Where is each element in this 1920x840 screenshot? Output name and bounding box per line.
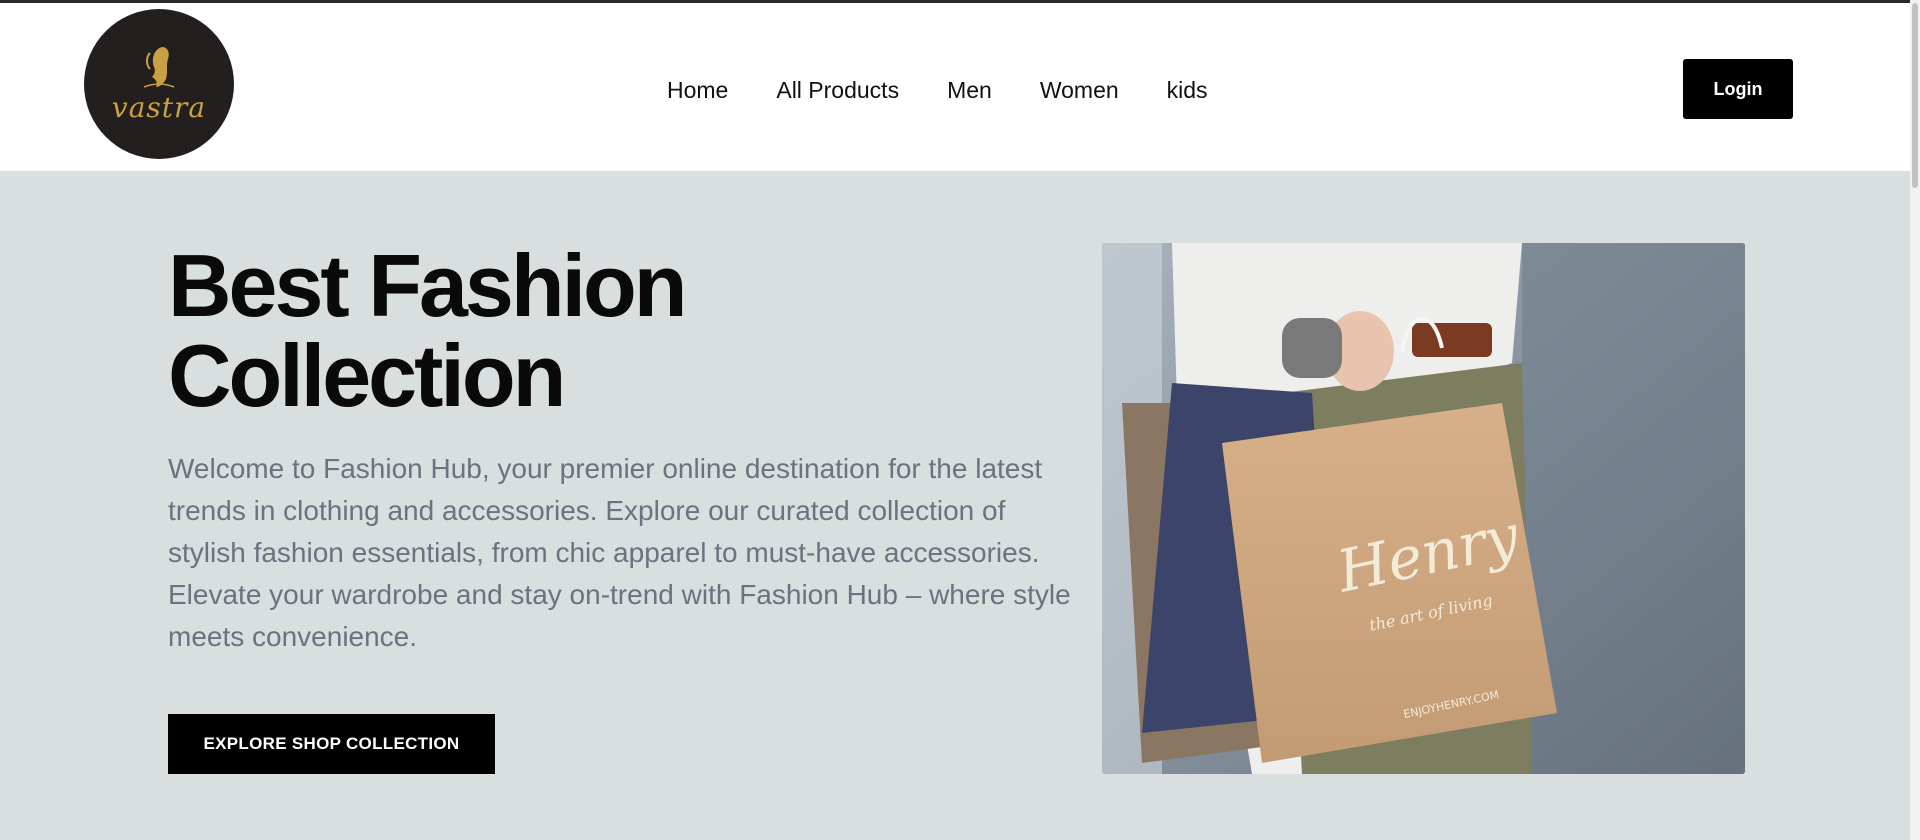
scrollbar-thumb[interactable] [1912, 3, 1918, 188]
nav-men[interactable]: Men [947, 77, 992, 104]
nav-kids[interactable]: kids [1167, 77, 1208, 104]
hero-section: Best Fashion Collection Welcome to Fashi… [0, 171, 1910, 840]
vastra-logo[interactable]: vastra [84, 9, 234, 159]
shopping-bags-photo: Henry the art of living ENJOYHENRY.COM [1102, 243, 1745, 774]
navbar: vastra Home All Products Men Women kids … [0, 3, 1910, 171]
nav-all-products[interactable]: All Products [776, 77, 899, 104]
hero-title: Best Fashion Collection [168, 236, 688, 425]
explore-shop-collection-button[interactable]: EXPLORE SHOP COLLECTION [168, 714, 495, 774]
logo-wordmark: vastra [111, 91, 207, 124]
nav-women[interactable]: Women [1040, 77, 1119, 104]
nav-home[interactable]: Home [667, 77, 728, 104]
hero-description: Welcome to Fashion Hub, your premier onl… [168, 453, 1071, 652]
main-nav: Home All Products Men Women kids [667, 77, 1208, 104]
woman-silhouette-icon [143, 47, 175, 88]
login-button[interactable]: Login [1683, 59, 1793, 119]
hero-image: Henry the art of living ENJOYHENRY.COM [1102, 243, 1745, 774]
